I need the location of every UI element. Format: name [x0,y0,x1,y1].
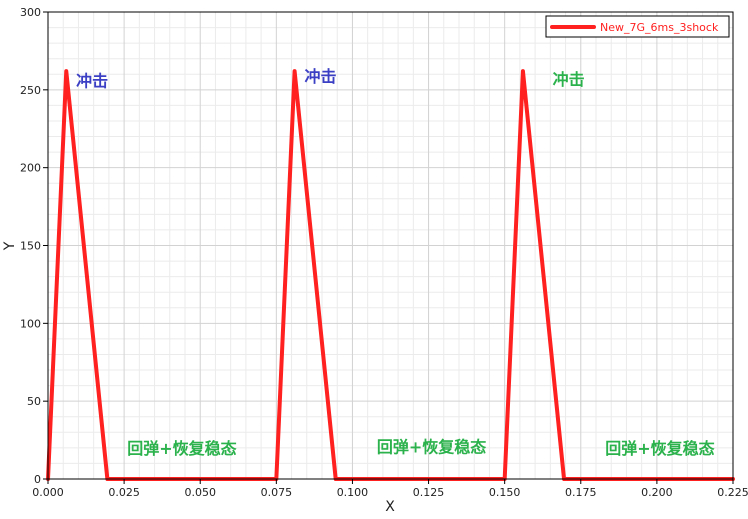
x-tick-label: 0.125 [413,486,445,499]
legend-entry-label: New_7G_6ms_3shock [600,21,719,34]
y-tick-label: 0 [34,473,41,486]
x-tick-label: 0.000 [32,486,64,499]
x-tick-label: 0.200 [641,486,673,499]
x-tick-label: 0.050 [184,486,216,499]
annotation-label: 冲击 [553,70,585,89]
annotation-label: 回弹+恢复稳态 [127,439,236,458]
line-chart: 0.000 0.025 0.050 0.075 0.100 0.125 0.150 0.175… [2,6,748,515]
x-tick-label: 0.175 [565,486,597,499]
annotation-label: 回弹+恢复稳态 [377,438,486,457]
legend: New_7G_6ms_3shock [545,15,730,38]
annotation-label: 冲击 [76,72,108,91]
x-tick-label: 0.075 [261,486,293,499]
y-tick-label: 50 [27,395,41,408]
y-tick-label: 300 [20,6,41,19]
x-tick-label: 0.025 [108,486,140,499]
x-tick-label: 0.100 [337,486,369,499]
x-tick-label: 0.225 [717,486,748,499]
y-tick-label: 200 [20,162,41,175]
annotation-label: 回弹+恢复稳态 [605,439,714,458]
x-axis-label: X [385,499,395,515]
x-tick-label: 0.150 [489,486,521,499]
y-tick-label: 250 [20,84,41,97]
y-axis-label: Y [2,241,18,251]
y-tick-label: 100 [20,317,41,330]
annotation-label: 冲击 [304,67,336,86]
y-tick-label: 150 [20,240,41,253]
